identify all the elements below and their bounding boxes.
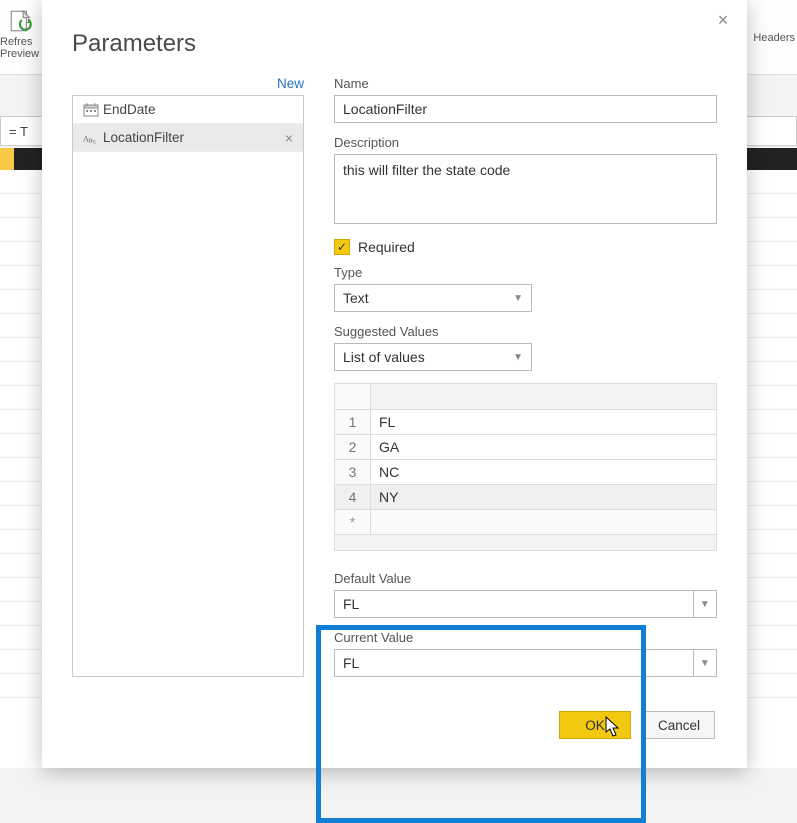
table-row: 3NC [335, 460, 717, 485]
value-cell[interactable]: FL [371, 410, 717, 435]
default-value-dropdown[interactable]: ▼ [693, 590, 717, 618]
description-input[interactable] [334, 154, 717, 224]
type-value: Text [343, 290, 369, 306]
svg-text:B: B [88, 137, 92, 144]
headers-label: Headers [753, 32, 795, 44]
type-select[interactable]: Text ▼ [334, 284, 532, 312]
parameter-item-enddate[interactable]: EndDate [73, 96, 303, 124]
table-add-row: * [335, 510, 717, 535]
calendar-icon [83, 103, 103, 117]
chevron-down-icon: ▼ [700, 658, 710, 669]
refresh-preview-icon[interactable] [8, 8, 34, 37]
chevron-down-icon: ▼ [700, 599, 710, 610]
default-value-input[interactable] [334, 590, 693, 618]
table-row: 4NY [335, 485, 717, 510]
suggested-values-value: List of values [343, 349, 425, 365]
default-value-label: Default Value [334, 571, 717, 586]
current-value-dropdown[interactable]: ▼ [693, 649, 717, 677]
parameter-item-label: LocationFilter [103, 130, 281, 145]
value-cell[interactable]: GA [371, 435, 717, 460]
current-value-input[interactable] [334, 649, 693, 677]
current-value-label: Current Value [334, 630, 717, 645]
parameters-dialog: × Parameters New EndDate ABC LocationFil… [42, 0, 747, 768]
parameter-item-locationfilter[interactable]: ABC LocationFilter × [73, 124, 303, 152]
required-checkbox[interactable]: ✓ [334, 239, 350, 255]
value-cell[interactable]: NY [371, 485, 717, 510]
refresh-preview-label: RefresPreview [0, 36, 40, 60]
text-type-icon: ABC [83, 131, 103, 145]
table-row: 2GA [335, 435, 717, 460]
suggested-values-select[interactable]: List of values ▼ [334, 343, 532, 371]
values-list-table[interactable]: 1FL 2GA 3NC 4NY * [334, 383, 717, 551]
required-checkbox-row[interactable]: ✓ Required [334, 239, 717, 255]
name-input[interactable] [334, 95, 717, 123]
description-label: Description [334, 135, 717, 150]
close-button[interactable]: × [713, 10, 733, 30]
table-row: 1FL [335, 410, 717, 435]
dialog-title: Parameters [72, 30, 717, 58]
type-label: Type [334, 265, 717, 280]
name-label: Name [334, 76, 717, 91]
svg-text:C: C [93, 139, 97, 145]
ok-button[interactable]: OK [559, 711, 631, 739]
chevron-down-icon: ▼ [513, 293, 523, 304]
required-label: Required [358, 239, 415, 255]
value-cell[interactable]: NC [371, 460, 717, 485]
parameter-list: EndDate ABC LocationFilter × [72, 95, 304, 677]
parameter-item-label: EndDate [103, 102, 297, 117]
delete-parameter-icon[interactable]: × [281, 130, 297, 146]
chevron-down-icon: ▼ [513, 352, 523, 363]
suggested-values-label: Suggested Values [334, 324, 717, 339]
new-parameter-link[interactable]: New [277, 76, 304, 91]
table-scrollbar[interactable] [335, 535, 717, 551]
cancel-button[interactable]: Cancel [643, 711, 715, 739]
